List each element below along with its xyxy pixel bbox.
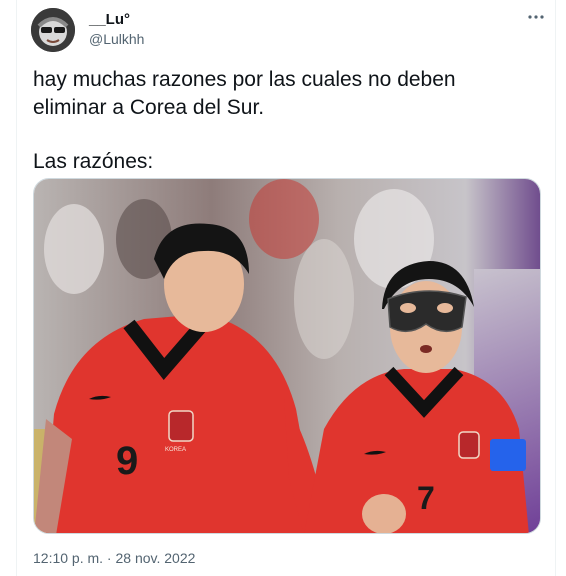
tweet-text-line-1: hay muchas razones por las cuales no deb… — [33, 68, 456, 119]
user-avatar[interactable] — [31, 8, 75, 52]
tweet-photo[interactable]: 9 KOREA 7 — [33, 178, 541, 534]
tweet-text-line-2: Las razónes: — [33, 150, 154, 173]
tweet-timestamp[interactable]: 12:10 p. m. · 28 nov. 2022 — [33, 550, 195, 566]
tweet-text: hay muchas razones por las cuales no deb… — [33, 66, 533, 176]
more-dots-icon[interactable] — [525, 6, 547, 28]
left-jersey-number: 9 — [116, 439, 138, 483]
left-badge-text: KOREA — [165, 447, 186, 453]
avatar-image — [31, 8, 75, 52]
display-name[interactable]: __Lu° — [89, 11, 130, 28]
tweet-card[interactable]: __Lu° @Lulkhh hay muchas razones por las… — [16, 0, 556, 576]
user-handle[interactable]: @Lulkhh — [89, 31, 144, 47]
timestamp-link[interactable]: 12:10 p. m. · 28 nov. 2022 — [33, 550, 195, 566]
right-jersey-number: 7 — [417, 480, 435, 516]
football-players-photo: 9 KOREA 7 — [34, 179, 540, 533]
